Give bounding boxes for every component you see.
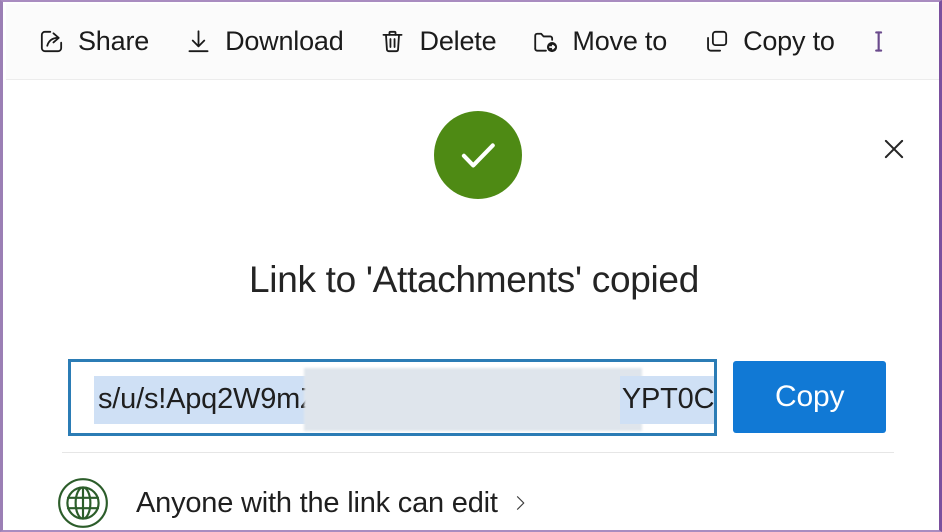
share-icon [36,27,66,57]
delete-icon [378,27,408,57]
link-blurred-region [304,367,642,431]
move-to-icon [530,27,560,57]
copy-link-button[interactable]: Copy [733,361,886,433]
download-icon [183,27,213,57]
rename-button[interactable] [855,13,911,71]
page-title: Link to 'Attachments' copied [249,259,699,300]
command-bar: Share Download Delete Move to Copy to [6,4,939,80]
dialog-divider [62,452,894,453]
link-permission-setting[interactable]: Anyone with the link can edit [56,473,896,530]
share-link-input[interactable]: s/u/s!Apq2W9mZ YPT0C [68,358,718,436]
share-label: Share [78,26,150,56]
close-icon [879,134,909,169]
copy-to-icon [701,27,731,57]
download-label: Download [225,26,344,56]
close-dialog-button[interactable] [872,129,916,173]
checkmark-circle-icon [434,111,522,199]
chevron-right-icon [510,493,530,513]
permission-label: Anyone with the link can edit [136,486,498,519]
copy-to-button[interactable]: Copy to [687,13,849,71]
link-text: s/u/s!Apq2W9mZ [98,383,318,415]
link-row: s/u/s!Apq2W9mZ YPT0C Copy [68,357,886,437]
move-to-label: Move to [572,26,668,56]
copy-to-label: Copy to [743,26,835,56]
rename-icon [869,27,899,57]
link-text-tail: YPT0C [619,375,715,424]
download-button[interactable]: Download [169,13,357,71]
link-copied-dialog: Link to 'Attachments' copied s/u/s!Apq2W… [6,81,939,530]
globe-icon [56,476,110,530]
delete-label: Delete [419,26,497,56]
app-window: Share Download Delete Move to Copy to Li… [0,0,942,532]
share-button[interactable]: Share [22,13,163,71]
move-to-button[interactable]: Move to [516,13,681,71]
delete-button[interactable]: Delete [364,13,511,71]
